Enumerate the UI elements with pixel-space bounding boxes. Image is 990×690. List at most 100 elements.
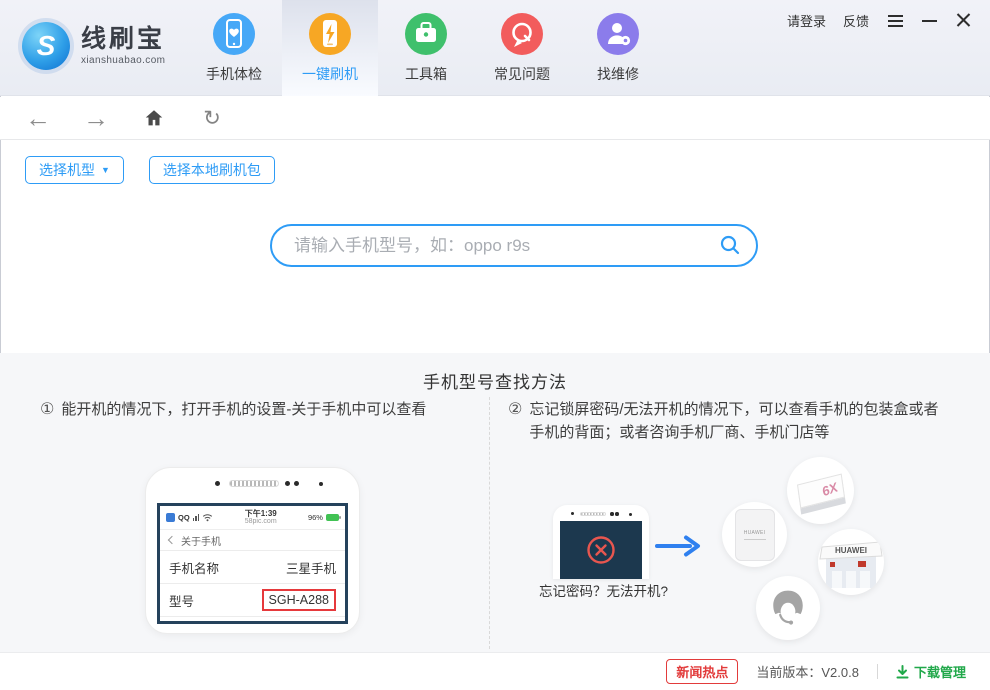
model-label: 型号 <box>169 594 195 609</box>
sensor-dot-icon <box>610 512 614 516</box>
home-icon[interactable] <box>140 104 168 132</box>
guide-section: 手机型号查找方法 ① 能开机的情况下，打开手机的设置-关于手机中可以查看 ② 忘… <box>0 353 990 652</box>
nav-tab-label: 工具箱 <box>405 66 447 82</box>
download-manager-button[interactable]: 下载管理 <box>896 662 966 681</box>
feedback-link[interactable]: 反馈 <box>843 11 869 30</box>
step-2-text: 忘记锁屏密码/无法开机的情况下，可以查看手机的包装盒或者手机的背面；或者咨询手机… <box>529 401 939 442</box>
box-model-label: 6X <box>819 478 840 499</box>
status-time: 下午1:39 <box>244 508 277 518</box>
back-chevron-icon <box>167 535 177 545</box>
locked-caption: 忘记密码？无法开机? <box>538 584 668 599</box>
sensor-dot-icon <box>615 512 619 516</box>
speaker-grille-icon <box>229 480 279 487</box>
store-circle: HUAWEI <box>818 529 884 595</box>
nav-tab-toolbox[interactable]: 工具箱 <box>378 0 474 96</box>
brand-name: 线刷宝 <box>81 24 166 53</box>
phone-flash-icon <box>309 13 351 55</box>
window-controls: 请登录 反馈 <box>787 11 972 30</box>
guide-title: 手机型号查找方法 <box>423 373 567 392</box>
package-box-circle: 6X <box>787 457 854 524</box>
status-footer: 新闻热点 当前版本：V2.0.8 下载管理 <box>0 652 990 690</box>
question-bubble-icon <box>501 13 543 55</box>
select-model-button[interactable]: 选择机型 ▼ <box>25 156 124 184</box>
minimize-icon[interactable] <box>922 14 938 28</box>
chevron-down-icon: ▼ <box>101 164 110 175</box>
back-icon[interactable]: ← <box>24 104 52 132</box>
battery-percent: 96% <box>307 513 323 522</box>
customer-service-circle <box>756 576 820 640</box>
news-hotspot-badge[interactable]: 新闻热点 <box>666 659 739 684</box>
speaker-grille-icon <box>580 512 606 516</box>
download-manager-label: 下载管理 <box>913 665 966 680</box>
model-value-highlight: SGH-A288 <box>261 589 336 611</box>
select-model-label: 选择机型 <box>39 162 95 178</box>
settings-screen: QQ 下午1:39 58pic.com 96% 关于手机 手机名称 三星手机 型… <box>157 503 348 624</box>
nav-tab-label: 一键刷机 <box>302 66 358 82</box>
qq-label: QQ <box>178 513 190 522</box>
step-1-number: ① <box>40 401 55 418</box>
nav-tab-find-repair[interactable]: 找维修 <box>570 0 666 96</box>
customer-service-icon <box>773 590 803 625</box>
wifi-icon <box>203 514 213 522</box>
phone-back-icon: HUAWEI <box>734 508 775 561</box>
column-divider <box>489 397 490 649</box>
login-link[interactable]: 请登录 <box>787 11 826 30</box>
guide-step-2: ② 忘记锁屏密码/无法开机的情况下，可以查看手机的包装盒或者手机的背面；或者咨询… <box>508 398 942 445</box>
app-header: S 线刷宝 xianshuabao.com 手机体检 一键刷机 工具箱 常见问题… <box>0 0 990 96</box>
phone-name-label: 手机名称 <box>169 561 220 576</box>
browser-toolbar: ← → ↻ <box>0 97 990 140</box>
nav-tab-label: 常见问题 <box>494 66 550 82</box>
footer-divider <box>876 664 878 679</box>
menu-icon[interactable] <box>886 13 905 29</box>
phone-heart-icon <box>213 13 255 55</box>
locked-phone-illustration <box>553 505 649 579</box>
guide-step-1: ① 能开机的情况下，打开手机的设置-关于手机中可以查看 <box>40 398 482 423</box>
model-row: 型号 SGH-A288 <box>160 584 345 617</box>
status-site: 58pic.com <box>244 518 277 526</box>
phone-back-text-line <box>743 538 766 540</box>
main-nav: 手机体检 一键刷机 工具箱 常见问题 找维修 <box>186 0 666 96</box>
action-button-row: 选择机型 ▼ 选择本地刷机包 <box>25 156 275 184</box>
status-bar: QQ 下午1:39 58pic.com 96% <box>160 506 345 530</box>
camera-dot-icon <box>215 481 220 486</box>
error-circle-x-icon <box>587 536 615 564</box>
nav-tab-phone-checkup[interactable]: 手机体检 <box>186 0 282 96</box>
version-label: 当前版本：V2.0.8 <box>756 665 859 680</box>
step-1-text: 能开机的情况下，打开手机的设置-关于手机中可以查看 <box>61 401 427 418</box>
forward-icon[interactable]: → <box>82 104 110 132</box>
camera-dot-icon <box>571 512 574 515</box>
select-local-package-button[interactable]: 选择本地刷机包 <box>148 156 275 184</box>
phone-name-value: 三星手机 <box>285 561 336 576</box>
step-2-number: ② <box>508 401 523 418</box>
nav-tab-faq[interactable]: 常见问题 <box>474 0 570 96</box>
nav-tab-label: 手机体检 <box>206 66 262 82</box>
sensor-dot-icon <box>294 481 299 486</box>
storefront-icon: HUAWEI <box>819 541 883 588</box>
about-phone-header: 关于手机 <box>160 530 345 551</box>
brand-text: 线刷宝 xianshuabao.com <box>81 24 166 67</box>
phone-name-row: 手机名称 三星手机 <box>160 551 345 584</box>
sensor-dot-icon <box>285 481 290 486</box>
logo-letter: S <box>36 30 56 61</box>
toolbox-icon <box>405 13 447 55</box>
store-sign-label: HUAWEI <box>835 546 867 555</box>
phone-back-circle: HUAWEI <box>722 502 787 567</box>
refresh-icon[interactable]: ↻ <box>198 104 226 132</box>
nav-tab-one-key-flash[interactable]: 一键刷机 <box>282 0 378 96</box>
search-input[interactable] <box>270 224 758 267</box>
battery-icon <box>325 514 342 521</box>
brand-domain: xianshuabao.com <box>81 55 166 67</box>
phone-back-brand: HUAWEI <box>743 529 766 536</box>
signal-icon <box>192 514 200 521</box>
app-window: S 线刷宝 xianshuabao.com 手机体检 一键刷机 工具箱 常见问题… <box>0 0 990 690</box>
about-phone-title: 关于手机 <box>181 536 221 548</box>
arrow-right-icon <box>655 534 701 563</box>
close-icon[interactable] <box>955 12 972 29</box>
search-icon[interactable] <box>719 234 741 261</box>
status-right: 96% <box>307 513 342 522</box>
brand-logo-icon: S <box>22 22 70 70</box>
brand-logo: S 线刷宝 xianshuabao.com <box>22 22 165 70</box>
status-center: 下午1:39 58pic.com <box>245 509 277 526</box>
sensor-dot-icon <box>319 482 323 486</box>
status-left: QQ <box>166 513 213 522</box>
